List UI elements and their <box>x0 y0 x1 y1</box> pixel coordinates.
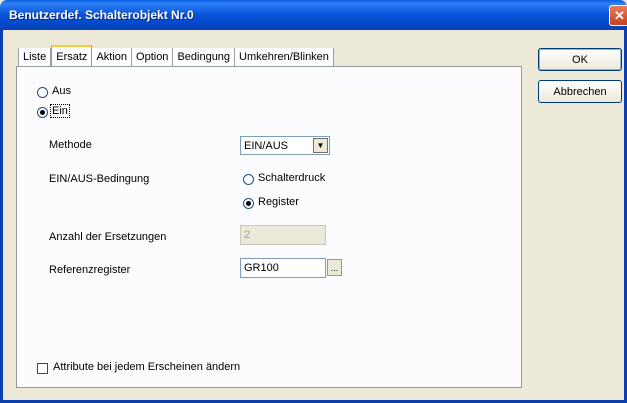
radio-register-label: Register <box>258 196 299 208</box>
tab-bedingung[interactable]: Bedingung <box>173 48 236 66</box>
tab-aktion[interactable]: Aktion <box>92 48 133 66</box>
cancel-button[interactable]: Abbrechen <box>538 80 622 103</box>
tab-liste[interactable]: Liste <box>18 48 52 66</box>
ok-button[interactable]: OK <box>538 48 622 71</box>
reference-input[interactable]: GR100 <box>240 258 326 278</box>
chevron-down-icon[interactable]: ▼ <box>313 138 328 153</box>
condition-label: EIN/AUS-Bedingung <box>49 173 150 185</box>
tab-option[interactable]: Option <box>132 48 174 66</box>
radio-register[interactable] <box>243 198 254 209</box>
window-title: Benutzerdef. Schalterobjekt Nr.0 <box>9 8 194 22</box>
methode-select[interactable]: EIN/AUS ▼ <box>240 136 330 155</box>
radio-ein[interactable] <box>37 107 48 118</box>
tab-umkehren-blinken[interactable]: Umkehren/Blinken <box>235 48 334 66</box>
attribute-checkbox-label: Attribute bei jedem Erscheinen ändern <box>53 361 241 373</box>
title-bar[interactable]: Benutzerdef. Schalterobjekt Nr.0 <box>0 0 627 30</box>
radio-aus[interactable] <box>37 87 48 98</box>
radio-aus-label: Aus <box>52 85 71 97</box>
reference-value: GR100 <box>244 262 279 274</box>
methode-label: Methode <box>49 139 92 151</box>
replacements-label: Anzahl der Ersetzungen <box>49 231 167 243</box>
radio-schalterdruck-label: Schalterdruck <box>258 172 326 184</box>
reference-browse-button[interactable]: ... <box>327 259 342 276</box>
attribute-checkbox[interactable] <box>37 363 48 374</box>
window-frame-left <box>0 30 3 403</box>
radio-schalterdruck[interactable] <box>243 174 254 185</box>
close-button[interactable]: ✕ <box>609 5 627 26</box>
tab-strip: Liste Ersatz Aktion Option Bedingung Umk… <box>18 45 334 67</box>
tab-ersatz[interactable]: Ersatz <box>51 45 93 66</box>
reference-label: Referenzregister <box>49 264 131 276</box>
close-icon: ✕ <box>614 7 625 23</box>
radio-ein-label: Ein <box>50 104 70 118</box>
replacements-input[interactable]: 2 <box>240 225 326 245</box>
methode-select-value: EIN/AUS <box>244 140 289 152</box>
replacements-value: 2 <box>244 229 251 241</box>
